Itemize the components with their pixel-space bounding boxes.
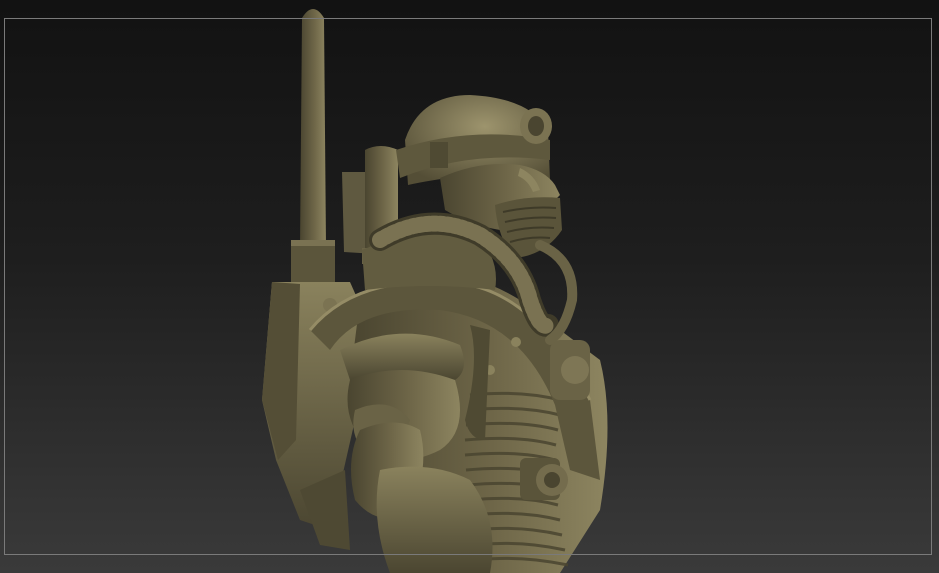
antenna: [291, 9, 335, 285]
3d-viewport[interactable]: [0, 0, 939, 573]
sculpt-model[interactable]: [0, 0, 939, 573]
